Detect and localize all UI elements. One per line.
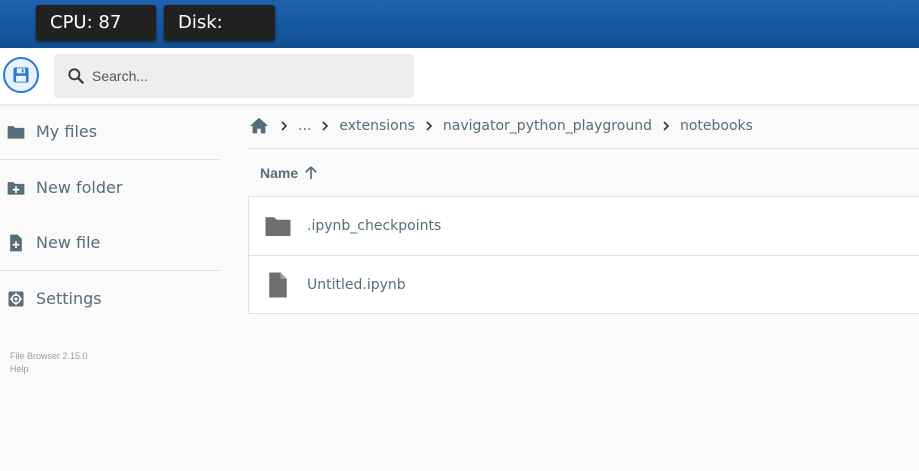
credits: File Browser 2.15.0 Help	[10, 350, 220, 376]
breadcrumb-extensions[interactable]: extensions	[339, 118, 415, 134]
sidebar-item-settings[interactable]: Settings	[0, 271, 220, 326]
chevron-right-icon	[663, 121, 670, 131]
sidebar: My files New folder New file Settings Fi…	[0, 104, 220, 376]
folder-icon	[7, 125, 25, 139]
top-bar: CPU: 87 % Disk: 15%	[0, 0, 919, 69]
sidebar-item-label: Settings	[36, 289, 102, 308]
chevron-right-icon	[426, 121, 433, 131]
sort-arrow-up-icon	[305, 165, 317, 179]
disk-usage-badge: Disk: 15%	[164, 5, 275, 69]
file-plus-icon	[10, 234, 22, 251]
item-name: .ipynb_checkpoints	[307, 218, 442, 234]
list-item[interactable]: .ipynb_checkpoints	[248, 196, 919, 255]
search-box[interactable]	[54, 54, 414, 98]
column-header-label: Name	[260, 164, 299, 181]
item-name: Untitled.ipynb	[307, 276, 406, 293]
name-column-header[interactable]: Name	[248, 148, 919, 196]
breadcrumb-notebooks[interactable]: notebooks	[680, 118, 753, 134]
folder-icon	[265, 217, 291, 236]
sidebar-item-my-files[interactable]: My files	[0, 104, 220, 159]
gear-icon	[8, 291, 24, 306]
list-item[interactable]: Untitled.ipynb	[248, 255, 919, 314]
breadcrumb: ... extensions navigator_python_playgrou…	[248, 104, 919, 148]
version-link[interactable]: File Browser 2.15.0	[10, 350, 220, 363]
folder-plus-icon	[7, 181, 25, 195]
breadcrumb-ellipsis[interactable]: ...	[298, 118, 311, 134]
sidebar-item-new-folder[interactable]: New folder	[0, 160, 220, 215]
sidebar-item-label: New folder	[36, 178, 123, 197]
chevron-right-icon	[281, 121, 288, 131]
floppy-disk-icon[interactable]	[3, 57, 39, 93]
file-listing: Name .ipynb_checkpoints Untitled.ipynb	[248, 148, 919, 314]
help-link[interactable]: Help	[10, 363, 220, 376]
search-input[interactable]	[92, 68, 392, 84]
sidebar-item-label: My files	[36, 122, 98, 141]
file-icon	[269, 272, 287, 297]
home-icon[interactable]	[248, 115, 270, 137]
header	[0, 48, 919, 104]
sidebar-item-new-file[interactable]: New file	[0, 215, 220, 270]
cpu-usage-badge: CPU: 87 %	[36, 5, 156, 69]
sidebar-item-label: New file	[36, 233, 101, 252]
search-icon	[68, 68, 84, 84]
breadcrumb-navigator-python-playground[interactable]: navigator_python_playground	[443, 118, 652, 134]
chevron-right-icon	[322, 121, 329, 131]
